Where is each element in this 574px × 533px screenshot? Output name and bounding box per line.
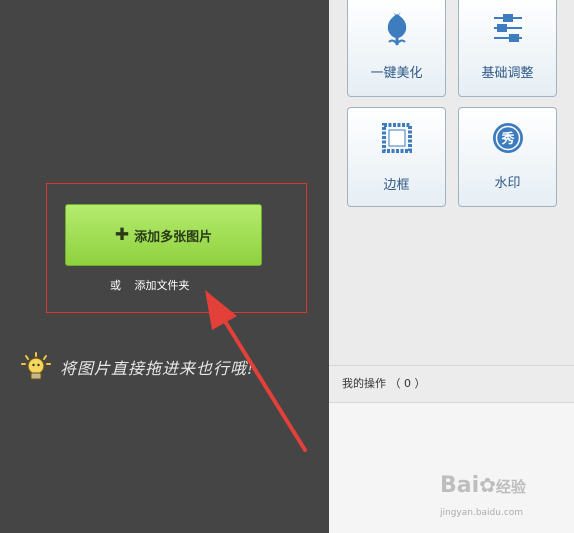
- sliders-icon: [494, 14, 522, 42]
- watermark-brand-cn: 经验: [495, 478, 526, 496]
- my-operations-header[interactable]: 我的操作 （ 0 ）: [329, 365, 574, 403]
- watermark-brand: Bai: [440, 473, 480, 498]
- tool-one-click-beautify[interactable]: 一键美化: [347, 0, 446, 97]
- tool-label: 基础调整: [481, 66, 534, 81]
- add-folder-link[interactable]: 添加文件夹: [135, 279, 190, 292]
- frame-icon: [382, 123, 412, 153]
- watermark-url: jingyan.baidu.com: [440, 508, 524, 518]
- add-folder-row: 或 添加文件夹: [110, 277, 190, 293]
- baidu-paw-icon: ✿: [479, 473, 496, 497]
- tool-watermark[interactable]: 秀 水印: [458, 107, 557, 207]
- add-multiple-images-label: 添加多张图片: [134, 229, 213, 245]
- add-multiple-images-button[interactable]: ✚ 添加多张图片: [65, 204, 262, 266]
- tool-basic-adjust[interactable]: 基础调整: [458, 0, 557, 97]
- baidu-watermark: Bai✿经验: [440, 473, 526, 498]
- drag-hint: 将图片直接拖进来也行哦!: [20, 352, 254, 382]
- tool-label: 水印: [494, 176, 521, 191]
- my-operations-count: （ 0 ）: [389, 377, 426, 390]
- watermark-seal-icon: 秀: [493, 123, 523, 153]
- tool-border[interactable]: 边框: [347, 107, 446, 207]
- my-operations-label: 我的操作: [342, 377, 386, 390]
- tool-label: 一键美化: [370, 66, 423, 81]
- tulip-icon: [387, 12, 407, 46]
- drag-hint-text: 将图片直接拖进来也行哦!: [60, 359, 255, 378]
- tool-label: 边框: [383, 178, 410, 193]
- lightbulb-icon: [21, 352, 51, 380]
- svg-text:秀: 秀: [500, 131, 515, 147]
- or-label: 或: [110, 279, 121, 292]
- left-panel: ✚ 添加多张图片 或 添加文件夹 将图片直接拖进来也行哦!: [0, 0, 329, 533]
- plus-icon: ✚: [114, 224, 130, 245]
